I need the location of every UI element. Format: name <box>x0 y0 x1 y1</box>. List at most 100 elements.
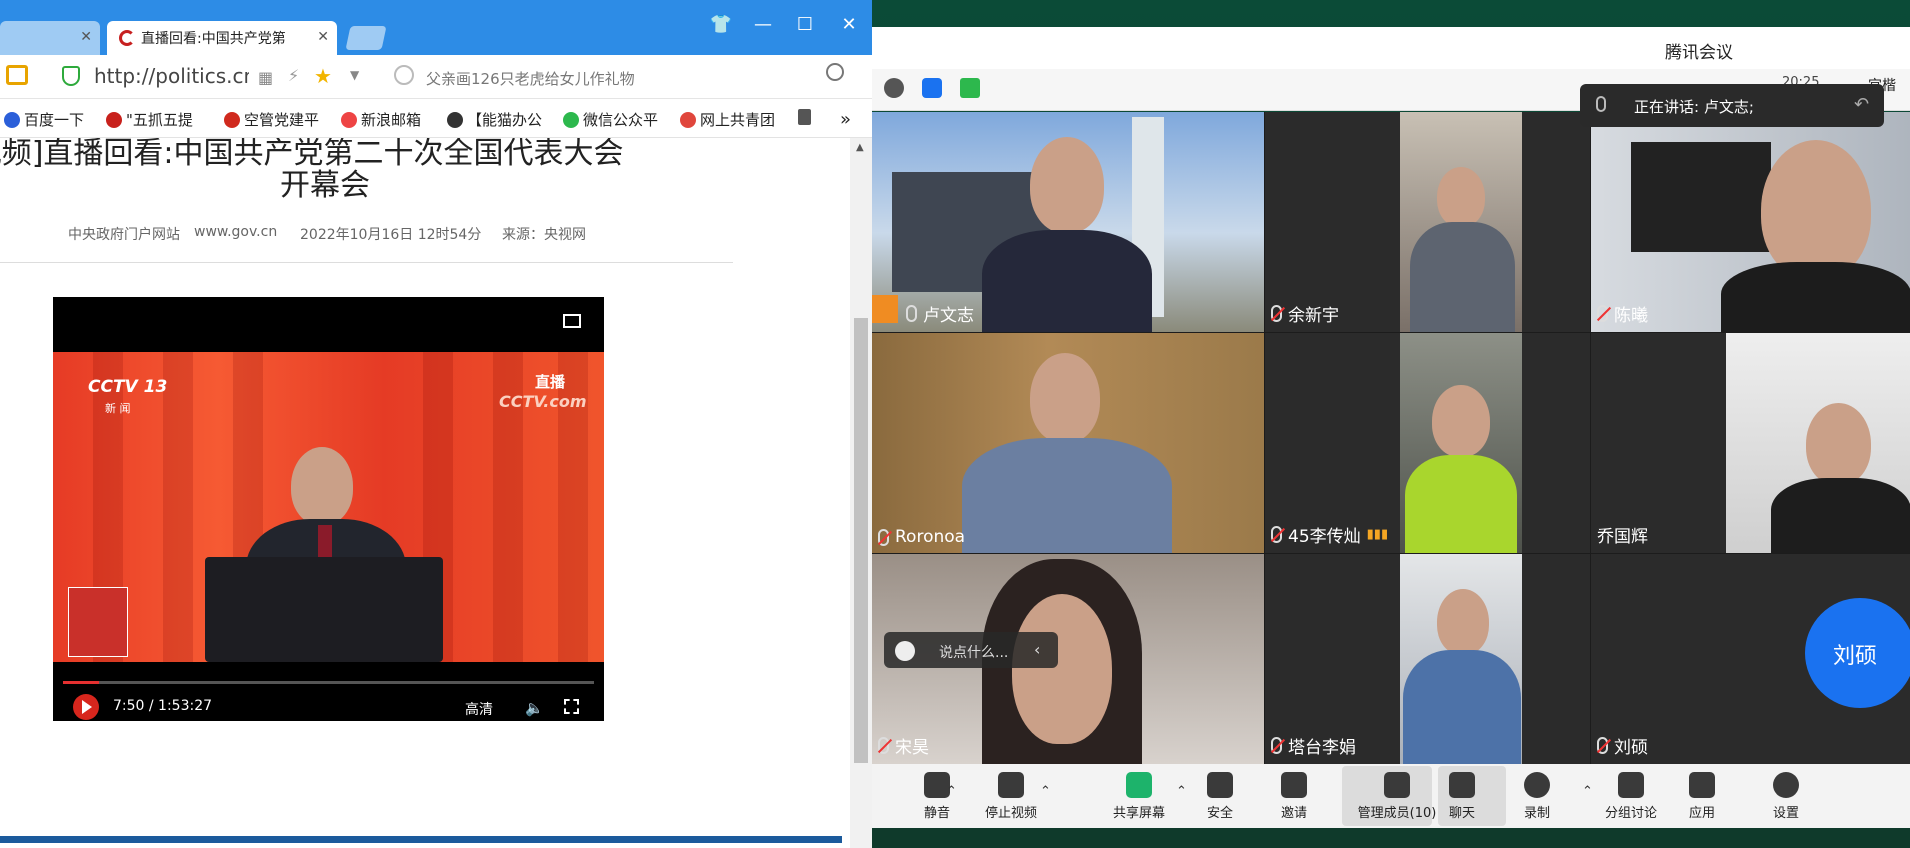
progress-fill <box>63 681 100 684</box>
search-icon[interactable] <box>826 63 844 81</box>
publish-date: 2022年10月16日 12时54分 <box>300 227 482 243</box>
toolbar-invite-button[interactable]: 邀请 <box>1268 768 1320 824</box>
browser-window: ✕ 直播回看:中国共产党第 ✕ 👕 — ☐ ✕ http://politics.… <box>0 0 872 848</box>
minimize-button[interactable]: — <box>748 14 778 35</box>
participant-label: 宋昊 <box>878 733 929 758</box>
toolbar-record-button[interactable]: 录制 <box>1511 768 1563 824</box>
toolbar-label: 管理成员(10) <box>1357 806 1437 821</box>
volume-icon[interactable]: 🔈 <box>525 699 544 717</box>
bookmark-item[interactable]: 新浪邮箱 <box>341 109 421 130</box>
back-arrow-icon[interactable]: ↶ <box>1854 94 1869 115</box>
play-button[interactable] <box>73 694 99 720</box>
lightning-icon[interactable]: ⚡ <box>288 66 299 85</box>
qr-code-icon[interactable]: ▦ <box>258 68 273 87</box>
participant-label: 塔台李娟 <box>1271 733 1356 758</box>
bookmark-item[interactable]: 微信公众平 <box>563 109 658 130</box>
scrollbar-thumb[interactable] <box>854 318 868 763</box>
shield-icon <box>1207 772 1233 798</box>
tab-close-icon[interactable]: ✕ <box>80 29 92 45</box>
speaking-text: 正在讲话: 卢文志; <box>1634 98 1754 116</box>
toolbar-shield-button[interactable]: 安全 <box>1194 768 1246 824</box>
breakout-icon <box>1618 772 1644 798</box>
toolbar-label: 共享屏幕 <box>1112 806 1165 821</box>
chevron-down-icon[interactable]: ▼ <box>350 68 359 82</box>
fullscreen-icon[interactable] <box>564 699 579 714</box>
signal-icon[interactable] <box>960 78 980 98</box>
url-input[interactable]: http://politics.cntv <box>94 64 249 88</box>
chevron-up-icon[interactable]: ⌃ <box>1176 784 1187 799</box>
toolbar-chat-button[interactable]: 聊天 <box>1436 768 1488 824</box>
search-input[interactable]: 父亲画126只老虎给女儿作礼物 <box>426 68 635 89</box>
video-tile[interactable]: 陈曦 <box>1591 112 1910 332</box>
divider <box>0 262 733 263</box>
tab-inactive[interactable]: ✕ <box>0 21 100 55</box>
bookmark-item[interactable]: 【能猫办公 <box>447 109 542 130</box>
chevron-left-icon[interactable]: ‹ <box>1034 640 1040 659</box>
panda-icon <box>447 111 463 128</box>
play-icon <box>82 700 92 714</box>
toolbar-gear-button[interactable]: 设置 <box>1760 768 1812 824</box>
tab-active[interactable]: 直播回看:中国共产党第 ✕ <box>107 21 337 55</box>
video-tile[interactable]: 45李传灿 ▮▮▮ <box>1265 333 1590 553</box>
chevron-up-icon[interactable]: ⌃ <box>1040 784 1051 799</box>
more-bookmarks-icon[interactable]: » <box>840 109 851 130</box>
video-tile[interactable]: 塔台李娟 <box>1265 554 1590 764</box>
record-icon <box>1524 772 1550 798</box>
quality-button[interactable]: 高清 <box>465 699 493 719</box>
mic-icon <box>906 305 917 322</box>
weibo-icon <box>341 111 357 128</box>
video-tile[interactable]: 卢文志 <box>872 112 1264 332</box>
members-icon <box>1384 772 1410 798</box>
close-button[interactable]: ✕ <box>834 14 864 35</box>
home-icon[interactable] <box>6 65 28 85</box>
gear-icon <box>1773 772 1799 798</box>
video-tile[interactable]: 余新宇 <box>1265 112 1590 332</box>
mic-muted-icon <box>878 528 889 546</box>
video-tile[interactable]: Roronoa <box>872 333 1264 553</box>
participant-label: 余新宇 <box>1271 301 1339 326</box>
info-icon[interactable] <box>884 78 904 98</box>
mic-muted-icon <box>1271 305 1282 322</box>
chevron-up-icon[interactable]: ⌃ <box>1582 784 1593 799</box>
progress-track[interactable] <box>63 681 594 684</box>
video-player[interactable]: CCTV 13 新 闻 直播 CCTV.com 7:50 / 1:53:27 高… <box>53 297 604 721</box>
toolbar-share-screen-button[interactable]: 共享屏幕 <box>1104 768 1174 824</box>
toolbar-label: 聊天 <box>1448 806 1475 821</box>
star-icon[interactable]: ★ <box>314 64 332 88</box>
participant-label: 刘硕 <box>1597 733 1648 758</box>
scroll-up-icon[interactable]: ▲ <box>856 142 864 153</box>
chevron-up-icon[interactable]: ⌃ <box>946 784 957 799</box>
toolbar-breakout-button[interactable]: 分组讨论 <box>1596 768 1666 824</box>
new-tab-button[interactable] <box>345 26 387 50</box>
party-icon <box>224 111 240 128</box>
video-frame[interactable]: CCTV 13 新 闻 直播 CCTV.com <box>53 352 604 662</box>
maximize-button[interactable]: ☐ <box>790 14 820 35</box>
bookmark-item[interactable]: 网上共青团 <box>680 109 775 130</box>
host-badge-icon <box>872 295 898 323</box>
bookmark-item[interactable]: "五抓五提 <box>106 109 193 130</box>
search-engine-icon[interactable] <box>394 65 414 85</box>
toolbar-apps-button[interactable]: 应用 <box>1676 768 1728 824</box>
channel-logo: CCTV 13 <box>88 377 168 397</box>
video-tile[interactable]: 乔国辉 <box>1591 333 1910 553</box>
emoji-icon[interactable] <box>895 641 915 661</box>
podium <box>205 557 443 662</box>
participant-label: 卢文志 <box>872 295 974 326</box>
toolbar-members-button[interactable]: 管理成员(10) <box>1352 768 1442 824</box>
time-display: 7:50 / 1:53:27 <box>113 698 213 714</box>
mic-muted-icon <box>1597 737 1608 754</box>
channel-subtitle: 新 闻 <box>105 402 131 415</box>
document-icon[interactable] <box>798 109 815 125</box>
shield-icon[interactable] <box>922 78 942 98</box>
participant-label: 乔国辉 <box>1597 527 1648 547</box>
cctv-favicon-icon <box>119 30 135 46</box>
bookmark-item[interactable]: 空管党建平 <box>224 109 319 130</box>
toolbar-camera-button[interactable]: 停止视频 <box>976 768 1046 824</box>
tab-close-icon[interactable]: ✕ <box>317 29 329 45</box>
mic-muted-icon <box>1597 305 1608 322</box>
bookmark-item[interactable]: 百度一下 <box>4 109 84 130</box>
pip-icon[interactable] <box>563 314 581 328</box>
skin-icon[interactable]: 👕 <box>706 14 736 35</box>
screen: ✕ 直播回看:中国共产党第 ✕ 👕 — ☐ ✕ http://politics.… <box>0 0 1910 848</box>
toolbar-label: 分组讨论 <box>1604 806 1657 821</box>
